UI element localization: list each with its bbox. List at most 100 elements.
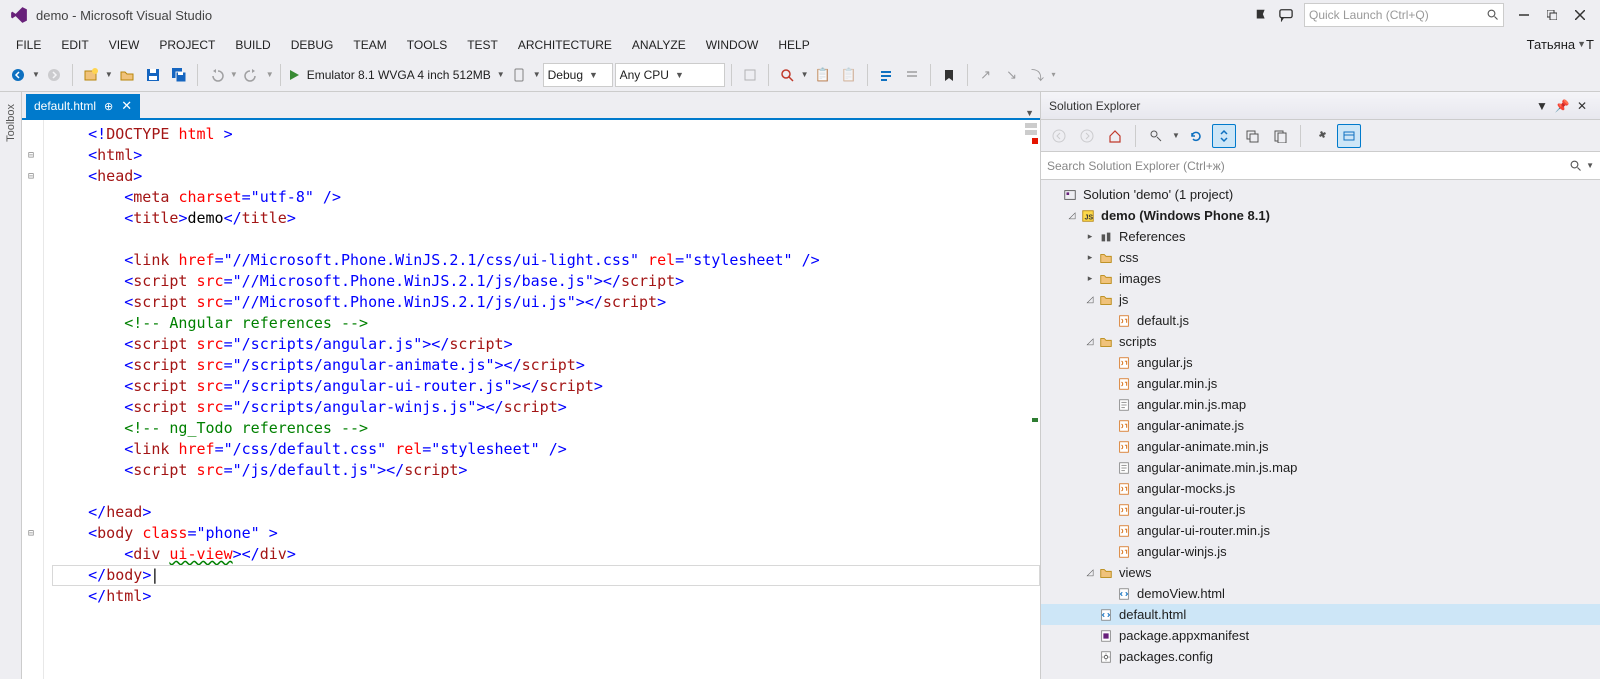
start-debug-button[interactable]: Emulator 8.1 WVGA 4 inch 512MB ▼: [287, 68, 505, 82]
tree-item-angular-ui-router-min-js[interactable]: ▸angular-ui-router.min.js: [1041, 520, 1600, 541]
solution-tree[interactable]: ▸Solution 'demo' (1 project)◿JSdemo (Win…: [1041, 180, 1600, 679]
chevron-down-icon[interactable]: ▼: [1172, 131, 1180, 140]
menu-tools[interactable]: TOOLS: [397, 34, 457, 56]
forward-button[interactable]: [1075, 124, 1099, 148]
tabs-overflow-icon[interactable]: ▼: [1025, 108, 1034, 118]
chevron-down-icon[interactable]: ▼: [230, 70, 238, 79]
tree-item-demoview-html[interactable]: ▸demoView.html: [1041, 583, 1600, 604]
menu-file[interactable]: FILE: [6, 34, 51, 56]
tree-item-angular-min-js[interactable]: ▸angular.min.js: [1041, 373, 1600, 394]
tree-item-angular-mocks-js[interactable]: ▸angular-mocks.js: [1041, 478, 1600, 499]
maximize-button[interactable]: [1538, 3, 1566, 27]
toolbox-tab[interactable]: Toolbox: [0, 92, 22, 679]
scope-button[interactable]: [1144, 124, 1168, 148]
back-button[interactable]: [1047, 124, 1071, 148]
account-dropdown-icon[interactable]: ▼: [1577, 39, 1586, 49]
chevron-down-icon[interactable]: ▼: [105, 70, 113, 79]
toolbar-button[interactable]: 📋: [837, 63, 861, 87]
tree-item-demo-windows-phone-8-1-[interactable]: ◿JSdemo (Windows Phone 8.1): [1041, 205, 1600, 226]
undo-button[interactable]: [204, 63, 228, 87]
save-all-button[interactable]: [167, 63, 191, 87]
chevron-right-icon[interactable]: ▸: [1083, 273, 1097, 284]
account-badge[interactable]: T: [1586, 37, 1594, 52]
code-content[interactable]: <!DOCTYPE html >⊟ <html>⊟ <head> <meta c…: [22, 120, 1040, 611]
menu-test[interactable]: TEST: [457, 34, 508, 56]
document-tab-default-html[interactable]: default.html ⊕ ✕: [26, 94, 140, 118]
toolbar-button[interactable]: ↘: [1000, 63, 1024, 87]
home-button[interactable]: [1103, 124, 1127, 148]
new-project-button[interactable]: [79, 63, 103, 87]
bookmark-button[interactable]: [937, 63, 961, 87]
code-editor[interactable]: <!DOCTYPE html >⊟ <html>⊟ <head> <meta c…: [22, 120, 1040, 679]
menu-analyze[interactable]: ANALYZE: [622, 34, 696, 56]
comment-button[interactable]: [874, 63, 898, 87]
menu-project[interactable]: PROJECT: [149, 34, 225, 56]
toolbar-button[interactable]: ⤵: [1026, 63, 1050, 87]
menu-edit[interactable]: EDIT: [51, 34, 98, 56]
close-tab-icon[interactable]: ✕: [121, 98, 132, 114]
tree-item-angular-ui-router-js[interactable]: ▸angular-ui-router.js: [1041, 499, 1600, 520]
close-panel-icon[interactable]: ✕: [1572, 96, 1592, 116]
chevron-right-icon[interactable]: ▸: [1083, 231, 1097, 242]
chevron-down-icon[interactable]: ◿: [1083, 567, 1097, 578]
chevron-right-icon[interactable]: ▸: [1083, 252, 1097, 263]
close-button[interactable]: [1566, 3, 1594, 27]
tree-item-angular-animate-min-js[interactable]: ▸angular-animate.min.js: [1041, 436, 1600, 457]
tree-item-solution-demo-1-project-[interactable]: ▸Solution 'demo' (1 project): [1041, 184, 1600, 205]
minimize-button[interactable]: [1510, 3, 1538, 27]
chevron-down-icon[interactable]: ◿: [1083, 336, 1097, 347]
config-dropdown[interactable]: Debug▼: [543, 63, 613, 87]
tree-item-default-js[interactable]: ▸default.js: [1041, 310, 1600, 331]
quick-launch-input[interactable]: Quick Launch (Ctrl+Q): [1304, 3, 1504, 27]
platform-dropdown[interactable]: Any CPU▼: [615, 63, 725, 87]
tree-item-angular-js[interactable]: ▸angular.js: [1041, 352, 1600, 373]
notifications-flag-icon[interactable]: [1250, 3, 1274, 27]
toolbar-overflow-icon[interactable]: ▾: [1052, 70, 1056, 79]
tree-item-references[interactable]: ▸References: [1041, 226, 1600, 247]
tree-item-packages-config[interactable]: ▸packages.config: [1041, 646, 1600, 667]
find-button[interactable]: [775, 63, 799, 87]
save-button[interactable]: [141, 63, 165, 87]
menu-window[interactable]: WINDOW: [696, 34, 769, 56]
sync-button[interactable]: [1212, 124, 1236, 148]
refresh-button[interactable]: [1184, 124, 1208, 148]
preview-button[interactable]: [1337, 124, 1361, 148]
tree-item-angular-min-js-map[interactable]: ▸angular.min.js.map: [1041, 394, 1600, 415]
feedback-icon[interactable]: [1274, 3, 1298, 27]
pin-icon[interactable]: 📌: [1552, 96, 1572, 116]
chevron-down-icon[interactable]: ▼: [32, 70, 40, 79]
tree-item-default-html[interactable]: ▸default.html: [1041, 604, 1600, 625]
tree-item-views[interactable]: ◿views: [1041, 562, 1600, 583]
solution-search-input[interactable]: Search Solution Explorer (Ctrl+ж) ▼: [1041, 152, 1600, 180]
tree-item-js[interactable]: ◿js: [1041, 289, 1600, 310]
account-username[interactable]: Татьяна: [1527, 37, 1575, 52]
uncomment-button[interactable]: [900, 63, 924, 87]
collapse-all-button[interactable]: [1240, 124, 1264, 148]
chevron-down-icon[interactable]: ◿: [1083, 294, 1097, 305]
menu-team[interactable]: TEAM: [343, 34, 396, 56]
toolbar-button[interactable]: [738, 63, 762, 87]
properties-button[interactable]: [1309, 124, 1333, 148]
tree-item-images[interactable]: ▸images: [1041, 268, 1600, 289]
chevron-down-icon[interactable]: ▼: [266, 70, 274, 79]
chevron-down-icon[interactable]: ▼: [1586, 161, 1594, 170]
tree-item-angular-winjs-js[interactable]: ▸angular-winjs.js: [1041, 541, 1600, 562]
chevron-down-icon[interactable]: ▼: [533, 70, 541, 79]
redo-button[interactable]: [240, 63, 264, 87]
toolbar-button[interactable]: 📋: [811, 63, 835, 87]
navigate-forward-button[interactable]: [42, 63, 66, 87]
show-all-files-button[interactable]: [1268, 124, 1292, 148]
tree-item-angular-animate-min-js-map[interactable]: ▸angular-animate.min.js.map: [1041, 457, 1600, 478]
tree-item-angular-animate-js[interactable]: ▸angular-animate.js: [1041, 415, 1600, 436]
tree-item-package-appxmanifest[interactable]: ▸package.appxmanifest: [1041, 625, 1600, 646]
menu-view[interactable]: VIEW: [99, 34, 150, 56]
pin-icon[interactable]: ⊕: [104, 100, 113, 113]
menu-help[interactable]: HELP: [768, 34, 819, 56]
menu-architecture[interactable]: ARCHITECTURE: [508, 34, 622, 56]
panel-dropdown-icon[interactable]: ▼: [1532, 96, 1552, 116]
chevron-down-icon[interactable]: ▼: [801, 70, 809, 79]
open-file-button[interactable]: [115, 63, 139, 87]
navigate-back-button[interactable]: [6, 63, 30, 87]
debug-target-device-button[interactable]: [507, 63, 531, 87]
chevron-down-icon[interactable]: ◿: [1065, 210, 1079, 221]
